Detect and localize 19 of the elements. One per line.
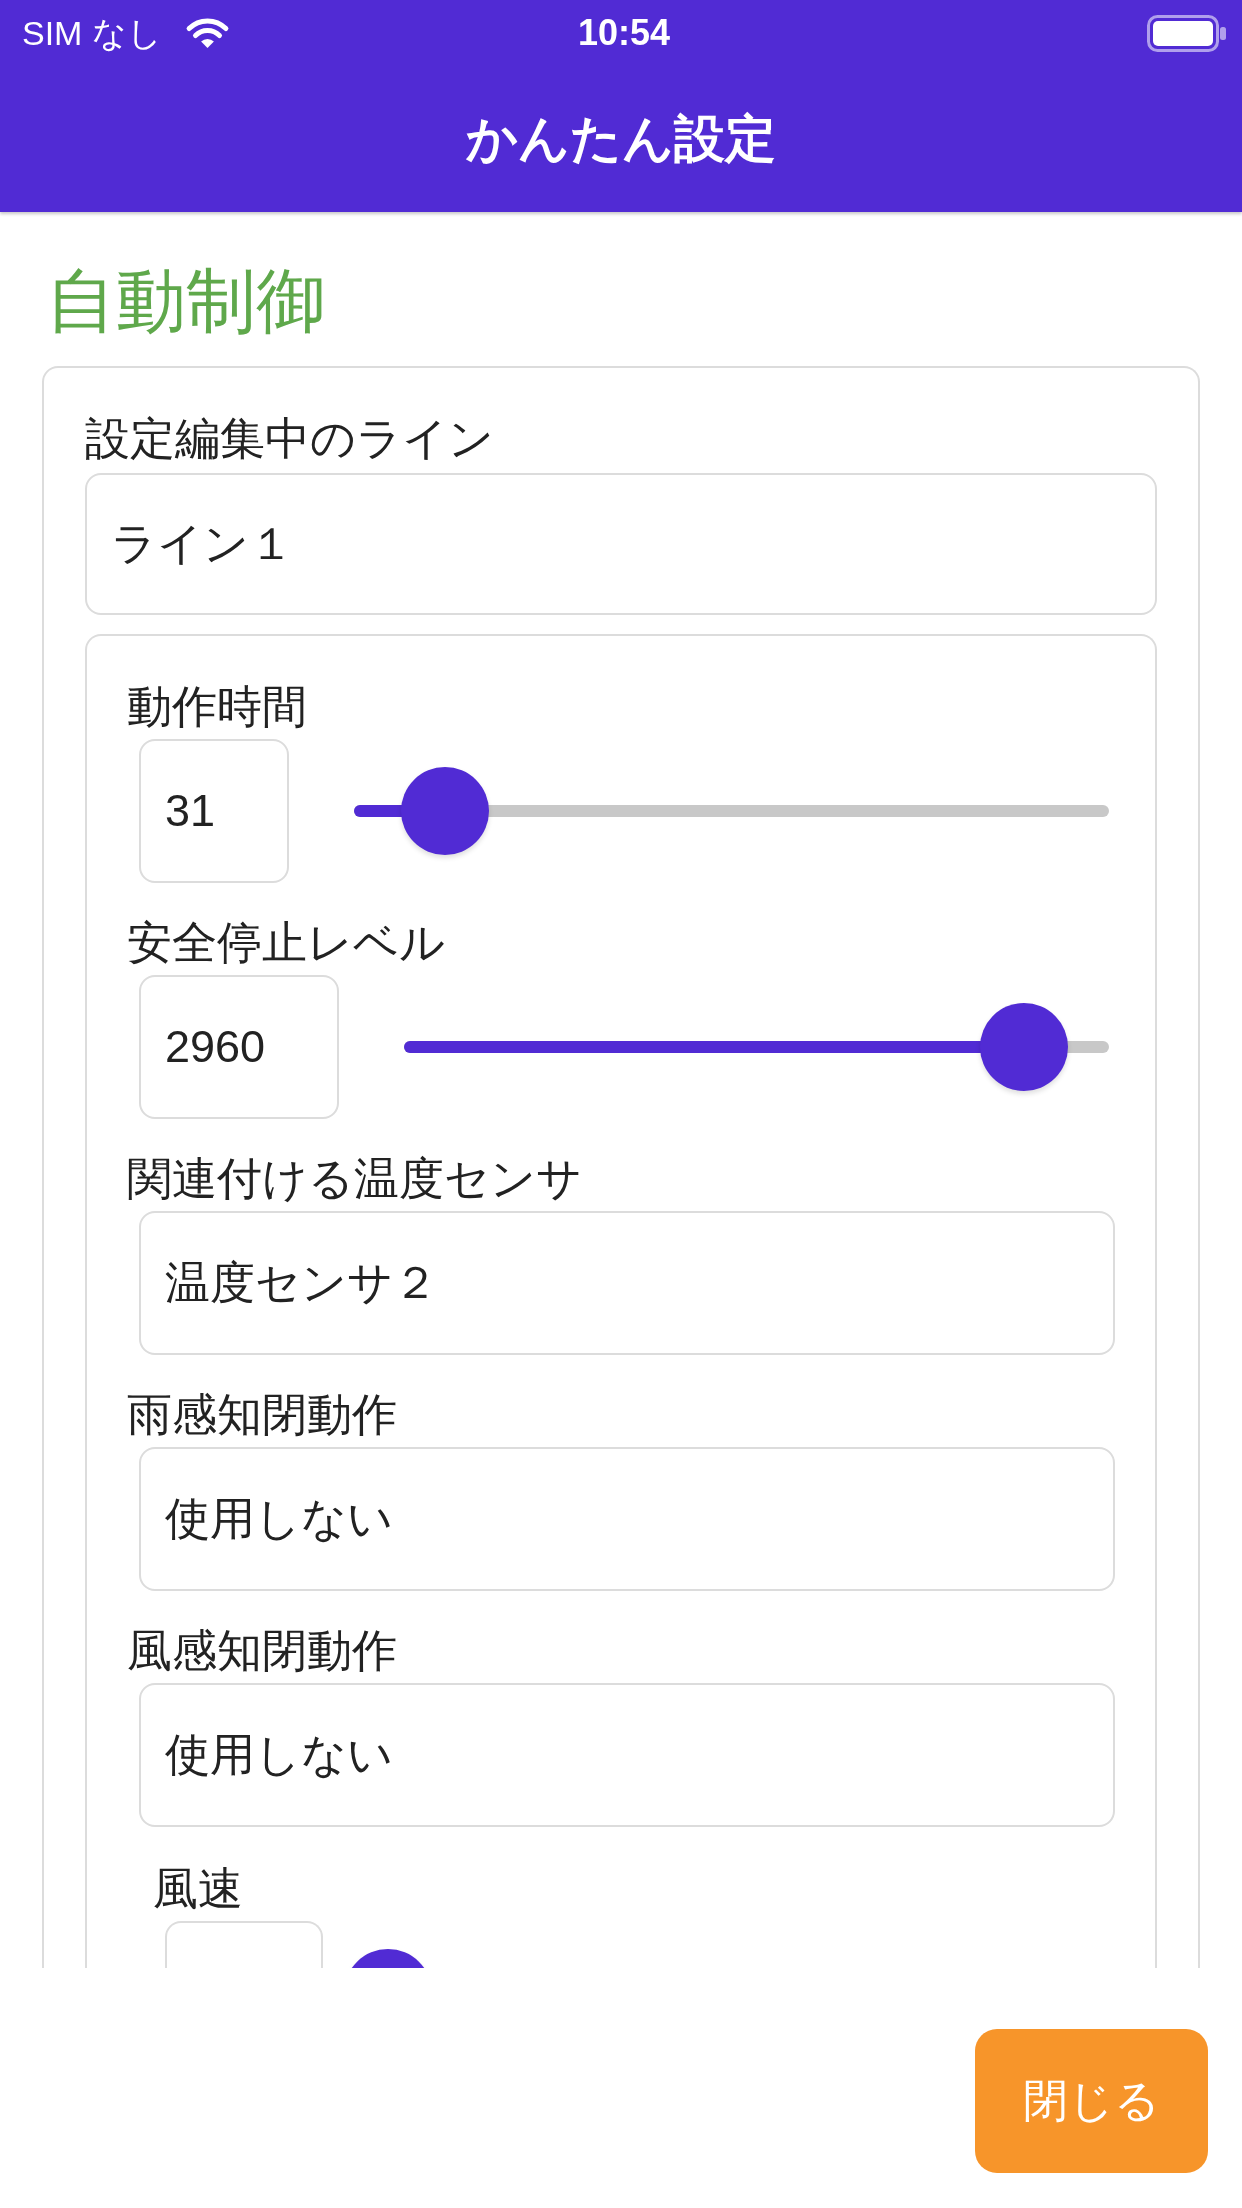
picker-field[interactable]: 温度センサ２ — [139, 1211, 1115, 1355]
picker-field[interactable]: 使用しない — [139, 1447, 1115, 1591]
field-label: 設定編集中のライン — [85, 413, 494, 465]
section-title: 自動制御 — [46, 261, 326, 342]
status-time: 10:54 — [577, 12, 671, 54]
field-label: 風速 — [153, 1863, 243, 1915]
number-field[interactable]: 31 — [139, 739, 290, 883]
field-label: 雨感知閉動作 — [127, 1389, 397, 1441]
battery-icon — [1147, 14, 1226, 52]
field-label: 関連付ける温度センサ — [127, 1153, 582, 1205]
picker-field[interactable]: ライン１ — [85, 473, 1157, 615]
field-label: 安全停止レベル — [127, 917, 445, 969]
carrier-label: SIM なし — [22, 13, 162, 53]
picker-field[interactable]: 使用しない — [139, 1683, 1115, 1827]
field-label: 動作時間 — [127, 681, 307, 733]
number-field[interactable]: 2960 — [139, 975, 340, 1119]
number-field[interactable] — [165, 1921, 323, 1968]
field-label: 風感知閉動作 — [127, 1625, 397, 1677]
page-title: かんたん設定 — [466, 109, 776, 169]
